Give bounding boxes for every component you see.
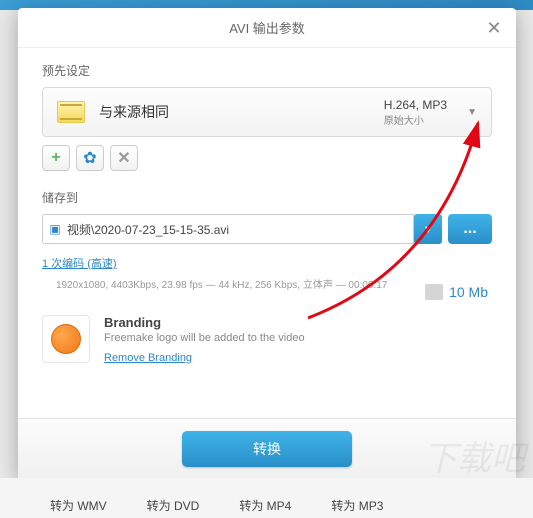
save-path-row: ▣ 视频\2020-07-23_15-15-35.avi ▾ ...	[42, 214, 492, 244]
bg-btn-dvd: 转为 DVD	[147, 497, 200, 518]
plus-icon: +	[51, 149, 60, 167]
branding-title: Branding	[104, 315, 305, 330]
save-path-dropdown-button[interactable]: ▾	[414, 214, 442, 244]
encode-pass-link[interactable]: 1 次编码 (高速)	[42, 258, 117, 270]
preset-info: H.264, MP3 原始大小	[384, 98, 447, 127]
preset-name: 与来源相同	[99, 102, 384, 122]
convert-label: 转换	[253, 439, 281, 459]
preset-buttons: + ✿ ✕	[42, 145, 492, 171]
freemake-icon	[51, 324, 81, 354]
save-path-input[interactable]: ▣ 视频\2020-07-23_15-15-35.avi	[42, 214, 414, 244]
chevron-down-icon: ▼	[467, 107, 477, 118]
background-footer: 转为 WMV 转为 DVD 转为 MP4 转为 MP3	[0, 478, 533, 518]
video-file-icon: ▣	[43, 222, 67, 236]
preset-codec: H.264, MP3	[384, 98, 447, 112]
dialog-footer: 转换	[18, 418, 516, 478]
dialog-titlebar: AVI 输出参数 ✕	[18, 8, 516, 48]
dropdown-icon: ▾	[425, 222, 431, 236]
bg-btn-mp4: 转为 MP4	[239, 497, 291, 518]
film-icon	[57, 101, 85, 123]
remove-branding-link[interactable]: Remove Branding	[104, 352, 192, 364]
branding-section: Branding Freemake logo will be added to …	[42, 315, 492, 366]
browse-button[interactable]: ...	[448, 214, 492, 244]
size-estimate-value: 10 Mb	[449, 284, 488, 300]
preset-dropdown[interactable]: 与来源相同 H.264, MP3 原始大小 ▼	[42, 87, 492, 137]
branding-desc: Freemake logo will be added to the video	[104, 332, 305, 344]
edit-preset-button[interactable]: ✿	[76, 145, 104, 171]
save-label: 储存到	[42, 189, 492, 206]
bg-btn-mp3: 转为 MP3	[331, 497, 383, 518]
close-icon: ✕	[486, 18, 501, 39]
gear-icon: ✿	[83, 148, 96, 168]
dialog-title: AVI 输出参数	[229, 18, 305, 37]
add-preset-button[interactable]: +	[42, 145, 70, 171]
dialog-body: 预先设定 与来源相同 H.264, MP3 原始大小 ▼ + ✿ ✕ 储存到	[18, 48, 516, 418]
delete-preset-button[interactable]: ✕	[110, 145, 138, 171]
branding-text: Branding Freemake logo will be added to …	[104, 315, 305, 366]
x-icon: ✕	[117, 148, 130, 168]
preset-size-mode: 原始大小	[384, 112, 447, 127]
output-settings-dialog: AVI 输出参数 ✕ 预先设定 与来源相同 H.264, MP3 原始大小 ▼ …	[18, 8, 516, 478]
disk-icon	[425, 284, 443, 300]
size-estimate: 10 Mb	[425, 284, 488, 300]
close-button[interactable]: ✕	[484, 18, 504, 38]
save-path-text: 视频\2020-07-23_15-15-35.avi	[67, 221, 229, 238]
browse-label: ...	[463, 220, 476, 238]
preset-label: 预先设定	[42, 62, 492, 79]
convert-button[interactable]: 转换	[182, 431, 352, 467]
branding-logo	[42, 315, 90, 363]
bg-btn-wmv: 转为 WMV	[50, 497, 107, 518]
save-section: 储存到 ▣ 视频\2020-07-23_15-15-35.avi ▾ ...	[42, 189, 492, 244]
